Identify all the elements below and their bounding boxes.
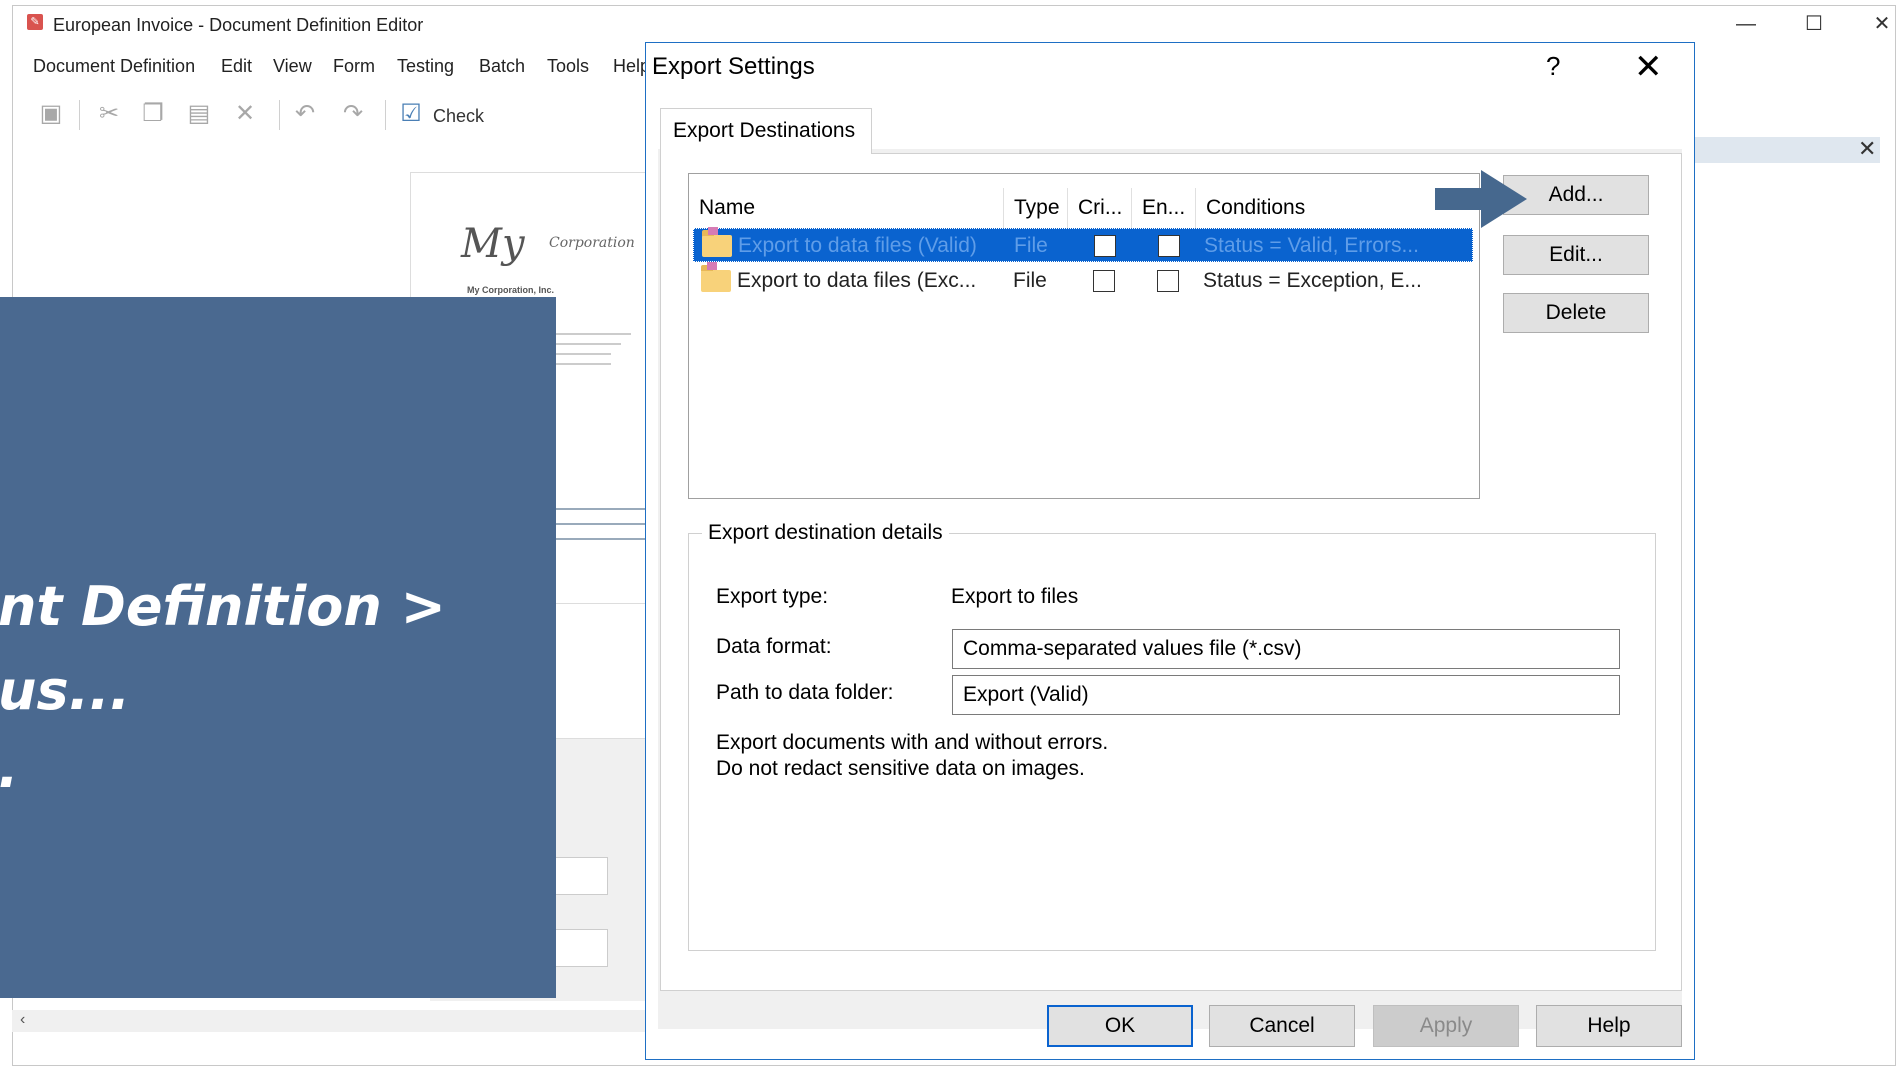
table-row[interactable]: Export to data files (Valid) File Status… xyxy=(693,227,1473,262)
check-icon[interactable]: ☑ xyxy=(397,100,425,128)
field-box[interactable] xyxy=(550,857,608,895)
menu-batch[interactable]: Batch xyxy=(479,56,525,77)
help-button[interactable]: Help xyxy=(1536,1005,1682,1047)
doc-table-line xyxy=(551,538,651,540)
company-name: My Corporation, Inc. xyxy=(467,285,555,295)
paste-icon[interactable]: ▤ xyxy=(185,100,213,128)
undo-icon[interactable]: ↶ xyxy=(291,100,319,128)
menu-form[interactable]: Form xyxy=(333,56,375,77)
apply-button[interactable]: Apply xyxy=(1373,1005,1519,1047)
row-type: File xyxy=(1014,234,1048,257)
doc-text-line xyxy=(551,353,611,355)
field-box[interactable] xyxy=(550,929,608,967)
dialog-close-icon[interactable]: ✕ xyxy=(1634,47,1663,87)
panel-close-icon[interactable]: ✕ xyxy=(1858,136,1876,162)
row-conditions: Status = Valid, Errors... xyxy=(1204,234,1419,257)
close-icon[interactable]: ✕ xyxy=(1857,10,1901,38)
window-title: European Invoice - Document Definition E… xyxy=(53,15,424,35)
maximize-icon[interactable]: ☐ xyxy=(1789,10,1839,38)
details-note-2: Do not redact sensitive data on images. xyxy=(716,757,1085,780)
enabled-checkbox[interactable] xyxy=(1158,235,1180,257)
row-conditions: Status = Exception, E... xyxy=(1203,269,1422,292)
enabled-checkbox[interactable] xyxy=(1157,270,1179,292)
overlay-line-2: us... xyxy=(0,659,131,722)
path-field[interactable]: Export (Valid) xyxy=(952,675,1620,715)
company-logo: My xyxy=(461,221,525,267)
menu-document-definition[interactable]: Document Definition xyxy=(33,56,195,77)
data-format-label: Data format: xyxy=(716,635,832,658)
save-icon[interactable]: ▣ xyxy=(37,100,65,128)
critical-checkbox[interactable] xyxy=(1094,235,1116,257)
tab-export-destinations[interactable]: Export Destinations xyxy=(660,108,872,154)
menu-view[interactable]: View xyxy=(273,56,312,77)
doc-table-line xyxy=(551,523,651,525)
row-name: Export to data files (Valid) xyxy=(738,234,977,257)
column-header-name[interactable]: Name xyxy=(689,188,1004,228)
company-logo-subtitle: Corporation xyxy=(549,235,635,251)
menu-testing[interactable]: Testing xyxy=(397,56,454,77)
overlay-line-3: . xyxy=(0,737,19,800)
toolbar-separator xyxy=(385,100,386,130)
folder-icon xyxy=(702,227,732,257)
toolbar-separator xyxy=(279,100,280,130)
row-type: File xyxy=(1013,269,1047,292)
toolbar-separator xyxy=(79,100,80,130)
doc-text-line xyxy=(551,343,621,345)
details-note-1: Export documents with and without errors… xyxy=(716,731,1109,754)
instruction-overlay: nt Definition > us... . xyxy=(0,297,556,998)
ok-button[interactable]: OK xyxy=(1047,1005,1193,1047)
path-label: Path to data folder: xyxy=(716,681,894,704)
cut-icon[interactable]: ✂ xyxy=(95,100,123,128)
edit-button[interactable]: Edit... xyxy=(1503,235,1649,275)
doc-text-line xyxy=(551,363,611,365)
data-format-field[interactable]: Comma-separated values file (*.csv) xyxy=(952,629,1620,669)
doc-text-line xyxy=(551,333,631,335)
minimize-icon[interactable]: — xyxy=(1721,10,1771,38)
delete-icon[interactable]: ✕ xyxy=(231,100,259,128)
side-panel-header xyxy=(1688,137,1880,163)
critical-checkbox[interactable] xyxy=(1093,270,1115,292)
export-type-label: Export type: xyxy=(716,585,829,608)
export-type-value: Export to files xyxy=(951,585,1079,608)
cancel-button[interactable]: Cancel xyxy=(1209,1005,1355,1047)
column-header-conditions[interactable]: Conditions xyxy=(1196,188,1476,228)
column-header-type[interactable]: Type xyxy=(1004,188,1068,228)
folder-icon xyxy=(701,262,731,292)
menu-tools[interactable]: Tools xyxy=(547,56,589,77)
app-icon: ✎ xyxy=(27,14,43,30)
horizontal-scrollbar[interactable]: ‹ xyxy=(12,1010,652,1032)
pointer-arrow-shaft xyxy=(1435,188,1481,210)
destinations-list[interactable]: Name Type Cri... En... Conditions Export… xyxy=(688,173,1480,499)
delete-button[interactable]: Delete xyxy=(1503,293,1649,333)
dialog-title: Export Settings xyxy=(652,53,815,80)
column-header-critical[interactable]: Cri... xyxy=(1068,188,1132,228)
column-header-enabled[interactable]: En... xyxy=(1132,188,1196,228)
pointer-arrow-icon xyxy=(1481,170,1527,228)
details-group-label: Export destination details xyxy=(702,521,949,545)
doc-table-line xyxy=(551,508,651,510)
redo-icon[interactable]: ↷ xyxy=(339,100,367,128)
menu-edit[interactable]: Edit xyxy=(221,56,252,77)
help-icon[interactable]: ? xyxy=(1546,51,1560,82)
export-settings-dialog: Export Settings ? ✕ Export Destinations … xyxy=(645,42,1695,1060)
row-name: Export to data files (Exc... xyxy=(737,269,977,292)
check-button[interactable]: Check xyxy=(433,106,484,127)
toolbar: ▣ ✂ ❐ ▤ ✕ ↶ ↷ ☑ Check xyxy=(13,94,633,134)
copy-icon[interactable]: ❐ xyxy=(139,100,167,128)
title-bar: ✎ European Invoice - Document Definition… xyxy=(13,6,1895,40)
table-row[interactable]: Export to data files (Exc... File Status… xyxy=(693,262,1473,298)
scroll-left-icon[interactable]: ‹ xyxy=(20,1011,25,1029)
overlay-line-1: nt Definition > xyxy=(0,575,446,638)
